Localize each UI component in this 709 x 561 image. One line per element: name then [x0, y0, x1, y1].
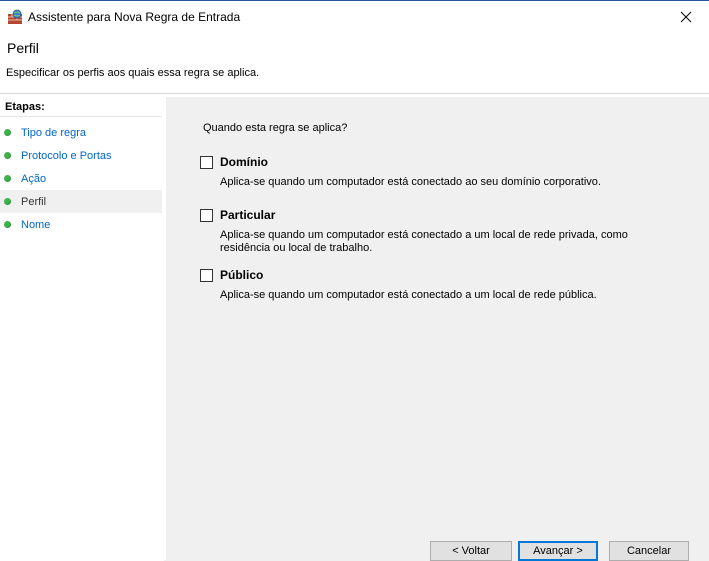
cancel-button[interactable]: Cancelar	[609, 541, 689, 561]
step-item-perfil[interactable]: Perfil	[0, 190, 162, 213]
step-complete-icon	[4, 175, 11, 182]
page-description: Especificar os perfis aos quais essa reg…	[6, 67, 260, 79]
close-icon	[680, 11, 692, 23]
back-button[interactable]: < Voltar	[430, 541, 512, 561]
steps-heading: Etapas:	[5, 101, 45, 113]
step-item-acao[interactable]: Ação	[0, 167, 162, 190]
dominio-checkbox[interactable]	[200, 155, 213, 169]
step-item-tipo-de-regra[interactable]: Tipo de regra	[0, 121, 162, 144]
particular-label[interactable]: Particular	[220, 208, 275, 222]
firewall-icon	[8, 9, 22, 24]
dominio-description: Aplica-se quando um computador está cone…	[220, 176, 601, 188]
page-title: Perfil	[7, 40, 39, 56]
wizard-window: Assistente para Nova Regra de Entrada Pe…	[0, 0, 709, 561]
option-particular: Particular Aplica-se quando um computado…	[200, 208, 700, 255]
particular-description: Aplica-se quando um computador está cone…	[220, 229, 628, 254]
step-label: Ação	[21, 172, 47, 185]
window-title: Assistente para Nova Regra de Entrada	[28, 10, 241, 24]
step-complete-icon	[4, 129, 11, 136]
publico-checkbox[interactable]	[200, 268, 213, 282]
question-label: Quando esta regra se aplica?	[203, 122, 348, 134]
step-label: Nome	[21, 218, 51, 231]
step-label: Tipo de regra	[21, 126, 87, 139]
header-divider	[0, 93, 709, 94]
steps-pane: Etapas: Tipo de regra Protocolo e Portas…	[0, 97, 164, 561]
step-label: Protocolo e Portas	[21, 149, 112, 162]
particular-checkbox[interactable]	[200, 208, 213, 222]
title-bar: Assistente para Nova Regra de Entrada	[0, 1, 709, 33]
publico-label[interactable]: Público	[220, 268, 263, 282]
step-complete-icon	[4, 152, 11, 159]
next-button[interactable]: Avançar >	[518, 541, 598, 561]
close-button[interactable]	[663, 1, 709, 33]
step-complete-icon	[4, 198, 11, 205]
publico-description: Aplica-se quando um computador está cone…	[220, 289, 597, 301]
step-item-nome[interactable]: Nome	[0, 213, 162, 236]
step-item-protocolo-e-portas[interactable]: Protocolo e Portas	[0, 144, 162, 167]
option-dominio: Domínio Aplica-se quando um computador e…	[200, 155, 700, 189]
dominio-label[interactable]: Domínio	[220, 155, 268, 169]
steps-divider	[0, 116, 162, 117]
step-label: Perfil	[21, 195, 47, 208]
content-pane: Quando esta regra se aplica? Domínio Apl…	[166, 97, 709, 561]
option-publico: Público Aplica-se quando um computador e…	[200, 268, 700, 302]
step-complete-icon	[4, 221, 11, 228]
